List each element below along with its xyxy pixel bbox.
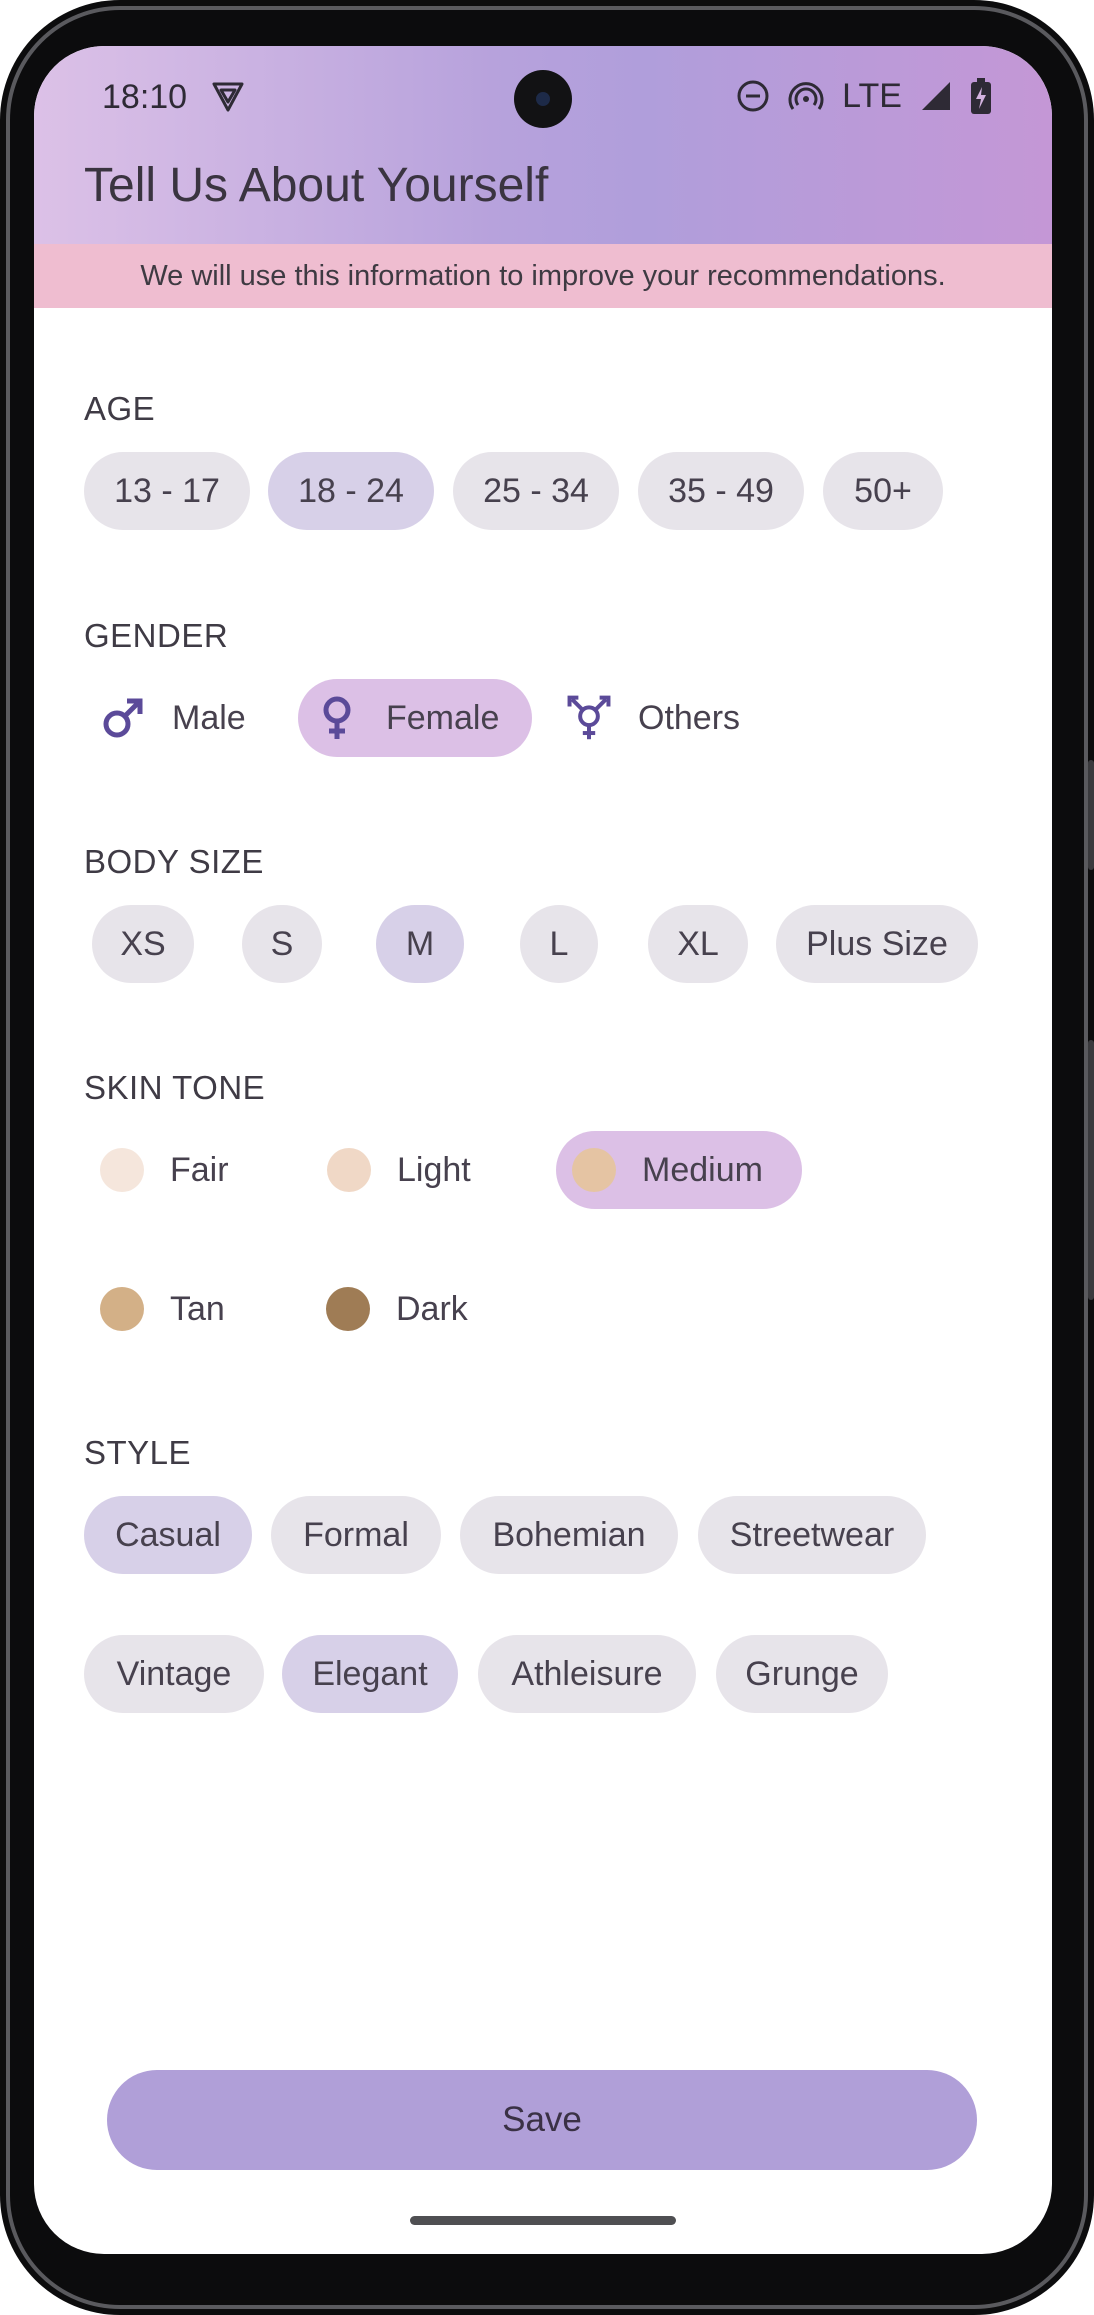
battery-charging-icon [971,78,991,114]
style-chip-vintage[interactable]: Vintage [84,1635,264,1713]
transgender-icon [566,695,612,741]
phone-frame: 18:10 LTE Tell Us About Yourself We will… [0,0,1094,2315]
gender-option-label: Male [172,698,246,737]
gender-option-label: Female [386,698,500,737]
hotspot-icon [788,82,824,110]
style-chip-casual[interactable]: Casual [84,1496,252,1574]
skin-tone-label: Dark [396,1289,468,1328]
app-header: 18:10 LTE Tell Us About Yourself [34,46,1052,244]
body-size-section-label: BODY SIZE [84,843,264,880]
skin-tone-label: Light [397,1150,471,1189]
home-indicator[interactable] [410,2216,676,2225]
page-title: Tell Us About Yourself [84,159,549,212]
size-chip-l[interactable]: L [520,905,598,983]
female-icon [314,695,360,741]
style-chip-bohemian[interactable]: Bohemian [460,1496,678,1574]
skin-tone-option-medium[interactable]: Medium [556,1131,802,1209]
status-time: 18:10 [102,78,188,116]
gender-option-others[interactable]: Others [550,679,770,757]
info-banner-text: We will use this information to improve … [140,259,946,292]
style-chip-formal[interactable]: Formal [271,1496,441,1574]
skin-swatch-light [327,1148,371,1192]
power-button [1088,1040,1094,1300]
front-camera [514,70,572,128]
skin-swatch-tan [100,1287,144,1331]
app-screen: 18:10 LTE Tell Us About Yourself We will… [34,46,1052,2254]
style-chip-grunge[interactable]: Grunge [716,1635,888,1713]
skin-tone-section-label: SKIN TONE [84,1069,266,1106]
skin-swatch-dark [326,1287,370,1331]
skin-tone-label: Medium [642,1150,763,1189]
skin-tone-option-light[interactable]: Light [311,1131,491,1209]
size-chip-m[interactable]: M [376,905,464,983]
style-chip-streetwear[interactable]: Streetwear [698,1496,926,1574]
signal-icon [922,82,950,110]
size-chip-xl[interactable]: XL [648,905,748,983]
age-chip-18-24[interactable]: 18 - 24 [268,452,434,530]
size-chip-xs[interactable]: XS [92,905,194,983]
size-chip-s[interactable]: S [242,905,322,983]
volume-button [1088,760,1094,870]
gender-section-label: GENDER [84,617,229,654]
status-icons: LTE [736,76,992,116]
skin-tone-label: Fair [170,1150,229,1189]
gender-option-female[interactable]: Female [298,679,532,757]
age-chip-13-17[interactable]: 13 - 17 [84,452,250,530]
info-banner: We will use this information to improve … [34,244,1052,308]
male-icon [100,695,146,741]
skin-swatch-fair [100,1148,144,1192]
style-section-label: STYLE [84,1434,192,1471]
vpn-shield-icon [212,82,244,112]
skin-tone-option-fair[interactable]: Fair [84,1131,252,1209]
style-chip-elegant[interactable]: Elegant [282,1635,458,1713]
save-button-label: Save [502,2100,582,2139]
gender-option-male[interactable]: Male [84,679,252,757]
size-chip-plus-size[interactable]: Plus Size [776,905,978,983]
age-section-label: AGE [84,390,156,427]
skin-swatch-medium [572,1148,616,1192]
age-chip-25-34[interactable]: 25 - 34 [453,452,619,530]
gender-option-label: Others [638,698,741,737]
save-button[interactable]: Save [107,2070,977,2170]
status-bar: 18:10 LTE [34,46,1052,146]
network-type: LTE [842,76,902,115]
do-not-disturb-icon [737,80,769,112]
age-chip-35-49[interactable]: 35 - 49 [638,452,804,530]
style-chip-athleisure[interactable]: Athleisure [478,1635,696,1713]
skin-tone-option-tan[interactable]: Tan [84,1270,252,1348]
age-chip-50-plus[interactable]: 50+ [823,452,943,530]
skin-tone-label: Tan [170,1289,225,1328]
skin-tone-option-dark[interactable]: Dark [310,1270,490,1348]
